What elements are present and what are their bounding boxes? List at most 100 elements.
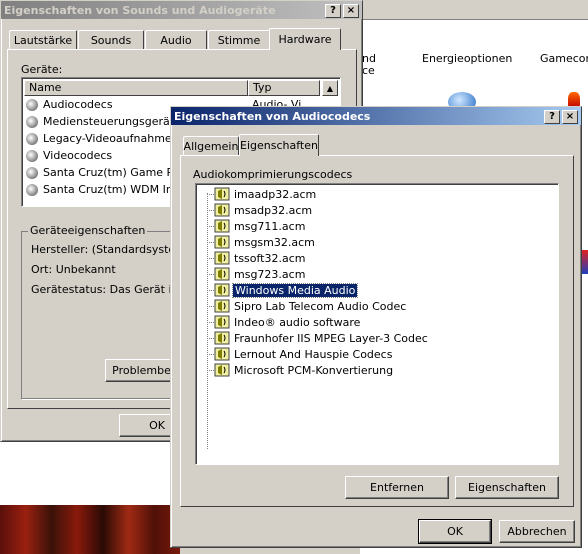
tree-branch-line — [207, 194, 214, 195]
list-item[interactable]: msg711.acm — [207, 218, 306, 234]
sound-dialog-title: Eigenschaften von Sounds und Audiogeräte — [4, 3, 276, 17]
tree-line — [207, 193, 208, 449]
background-label-gamecontroller[interactable]: Gamecont — [540, 52, 588, 65]
list-item[interactable]: msadp32.acm — [207, 202, 313, 218]
cancel-button[interactable]: Abbrechen — [499, 520, 575, 543]
codec-name: msadp32.acm — [234, 203, 313, 217]
codec-icon — [214, 315, 230, 329]
codec-icon — [214, 283, 230, 297]
background-label-energy[interactable]: Energieoptionen — [422, 52, 512, 65]
tab-audio[interactable]: Audio — [145, 30, 207, 50]
tab-eigenschaften[interactable]: Eigenschaften — [239, 134, 319, 156]
close-button[interactable]: × — [343, 4, 359, 18]
list-item[interactable]: msg723.acm — [207, 266, 306, 282]
speaker-icon — [26, 183, 38, 196]
background-window-toolbar — [360, 0, 588, 20]
location-text: Ort: Unbekannt — [31, 263, 116, 276]
remove-button[interactable]: Entfernen — [345, 476, 449, 499]
devices-label: Geräte: — [21, 63, 63, 76]
ok-button[interactable]: OK — [418, 519, 492, 544]
device-properties-label: Geräteeigenschaften — [28, 224, 148, 237]
manufacturer-text: Hersteller: (Standardsystemg — [31, 243, 193, 256]
codec-name: tssoft32.acm — [234, 251, 306, 265]
codec-name: Windows Media Audio — [231, 282, 359, 298]
tree-branch-line — [207, 258, 214, 259]
list-item[interactable]: Microsoft PCM-Konvertierung — [207, 362, 394, 378]
help-button[interactable]: ? — [544, 110, 560, 124]
tab-lautstaerke[interactable]: Lautstärke — [9, 30, 77, 50]
device-name: Audiocodecs — [43, 98, 113, 111]
status-text: Gerätestatus: Das Gerät ist b — [31, 283, 193, 296]
column-header-type[interactable]: Typ — [248, 80, 320, 96]
codec-name: msgsm32.acm — [234, 235, 315, 249]
codec-icon — [214, 331, 230, 345]
list-item[interactable]: Indeo® audio software — [207, 314, 361, 330]
help-button[interactable]: ? — [325, 4, 341, 18]
scroll-up-arrow-icon[interactable]: ▲ — [322, 80, 338, 96]
list-item[interactable]: Mediensteuerungsgerät — [26, 113, 174, 130]
codec-name: Sipro Lab Telecom Audio Codec — [234, 299, 407, 313]
tree-branch-line — [207, 210, 214, 211]
list-item[interactable]: imaadp32.acm — [207, 186, 317, 202]
device-name: Legacy-Videoaufnahmeger — [43, 132, 190, 145]
list-item[interactable]: Sipro Lab Telecom Audio Codec — [207, 298, 407, 314]
tree-branch-line — [207, 338, 214, 339]
codec-properties-button[interactable]: Eigenschaften — [455, 476, 559, 499]
device-name: Mediensteuerungsgerät — [43, 115, 175, 128]
background-label[interactable]: ce — [362, 64, 375, 77]
codec-icon — [214, 251, 230, 265]
list-item[interactable]: Audiocodecs — [26, 96, 113, 113]
device-name: Santa Cruz(tm) WDM Inter — [43, 183, 189, 196]
list-item[interactable]: Lernout And Hauspie Codecs — [207, 346, 393, 362]
codec-icon — [214, 219, 230, 233]
list-item[interactable]: tssoft32.acm — [207, 250, 307, 266]
list-item[interactable]: msgsm32.acm — [207, 234, 316, 250]
speaker-icon — [26, 115, 38, 128]
codec-icon — [214, 267, 230, 281]
list-item[interactable]: Legacy-Videoaufnahmeger — [26, 130, 190, 147]
codec-name: Indeo® audio software — [234, 315, 361, 329]
tree-branch-line — [207, 322, 214, 323]
codec-dialog-titlebar[interactable]: Eigenschaften von Audiocodecs — [171, 107, 581, 125]
tree-branch-line — [207, 290, 214, 291]
codec-name: Fraunhofer IIS MPEG Layer-3 Codec — [234, 331, 428, 345]
list-item[interactable]: Santa Cruz(tm) WDM Inter — [26, 181, 188, 198]
tree-branch-line — [207, 354, 214, 355]
codec-icon — [214, 187, 230, 201]
close-button[interactable]: × — [562, 110, 578, 124]
list-item[interactable]: Fraunhofer IIS MPEG Layer-3 Codec — [207, 330, 429, 346]
tab-stimme[interactable]: Stimme — [208, 30, 270, 50]
codec-icon — [214, 203, 230, 217]
codec-name: Microsoft PCM-Konvertierung — [234, 363, 394, 377]
tree-branch-line — [207, 274, 214, 275]
sound-dialog-titlebar[interactable]: Eigenschaften von Sounds und Audiogeräte — [1, 1, 362, 19]
list-item[interactable]: Videocodecs — [26, 147, 112, 164]
codec-icon — [214, 363, 230, 377]
codec-name: msg711.acm — [234, 219, 306, 233]
codec-name: msg723.acm — [234, 267, 306, 281]
tab-hardware[interactable]: Hardware — [269, 28, 341, 50]
column-header-name[interactable]: Name — [24, 80, 248, 96]
device-name: Videocodecs — [43, 149, 113, 162]
codec-icon — [214, 347, 230, 361]
codec-tree-list[interactable]: imaadp32.acm msadp32.acm msg711.acm msgsm32… — [195, 183, 559, 465]
codec-name: Lernout And Hauspie Codecs — [234, 347, 393, 361]
codec-icon — [214, 299, 230, 313]
speaker-icon — [26, 98, 38, 111]
desktop-wallpaper — [0, 505, 180, 554]
codec-name: imaadp32.acm — [234, 187, 317, 201]
tab-sounds[interactable]: Sounds — [78, 30, 144, 50]
tab-allgemein[interactable]: Allgemein — [183, 136, 239, 156]
codec-dialog: Eigenschaften von Audiocodecs ? × Allgem… — [170, 106, 582, 548]
tree-branch-line — [207, 242, 214, 243]
list-item[interactable]: Windows Media Audio — [207, 282, 359, 298]
tree-branch-line — [207, 306, 214, 307]
speaker-icon — [26, 149, 38, 162]
speaker-icon — [26, 166, 38, 179]
desktop-area — [0, 442, 180, 505]
device-name: Santa Cruz(tm) Game Port — [43, 166, 189, 179]
list-item[interactable]: Santa Cruz(tm) Game Port — [26, 164, 188, 181]
tree-branch-line — [207, 226, 214, 227]
codec-dialog-title: Eigenschaften von Audiocodecs — [174, 109, 371, 123]
tree-branch-line — [207, 370, 214, 371]
